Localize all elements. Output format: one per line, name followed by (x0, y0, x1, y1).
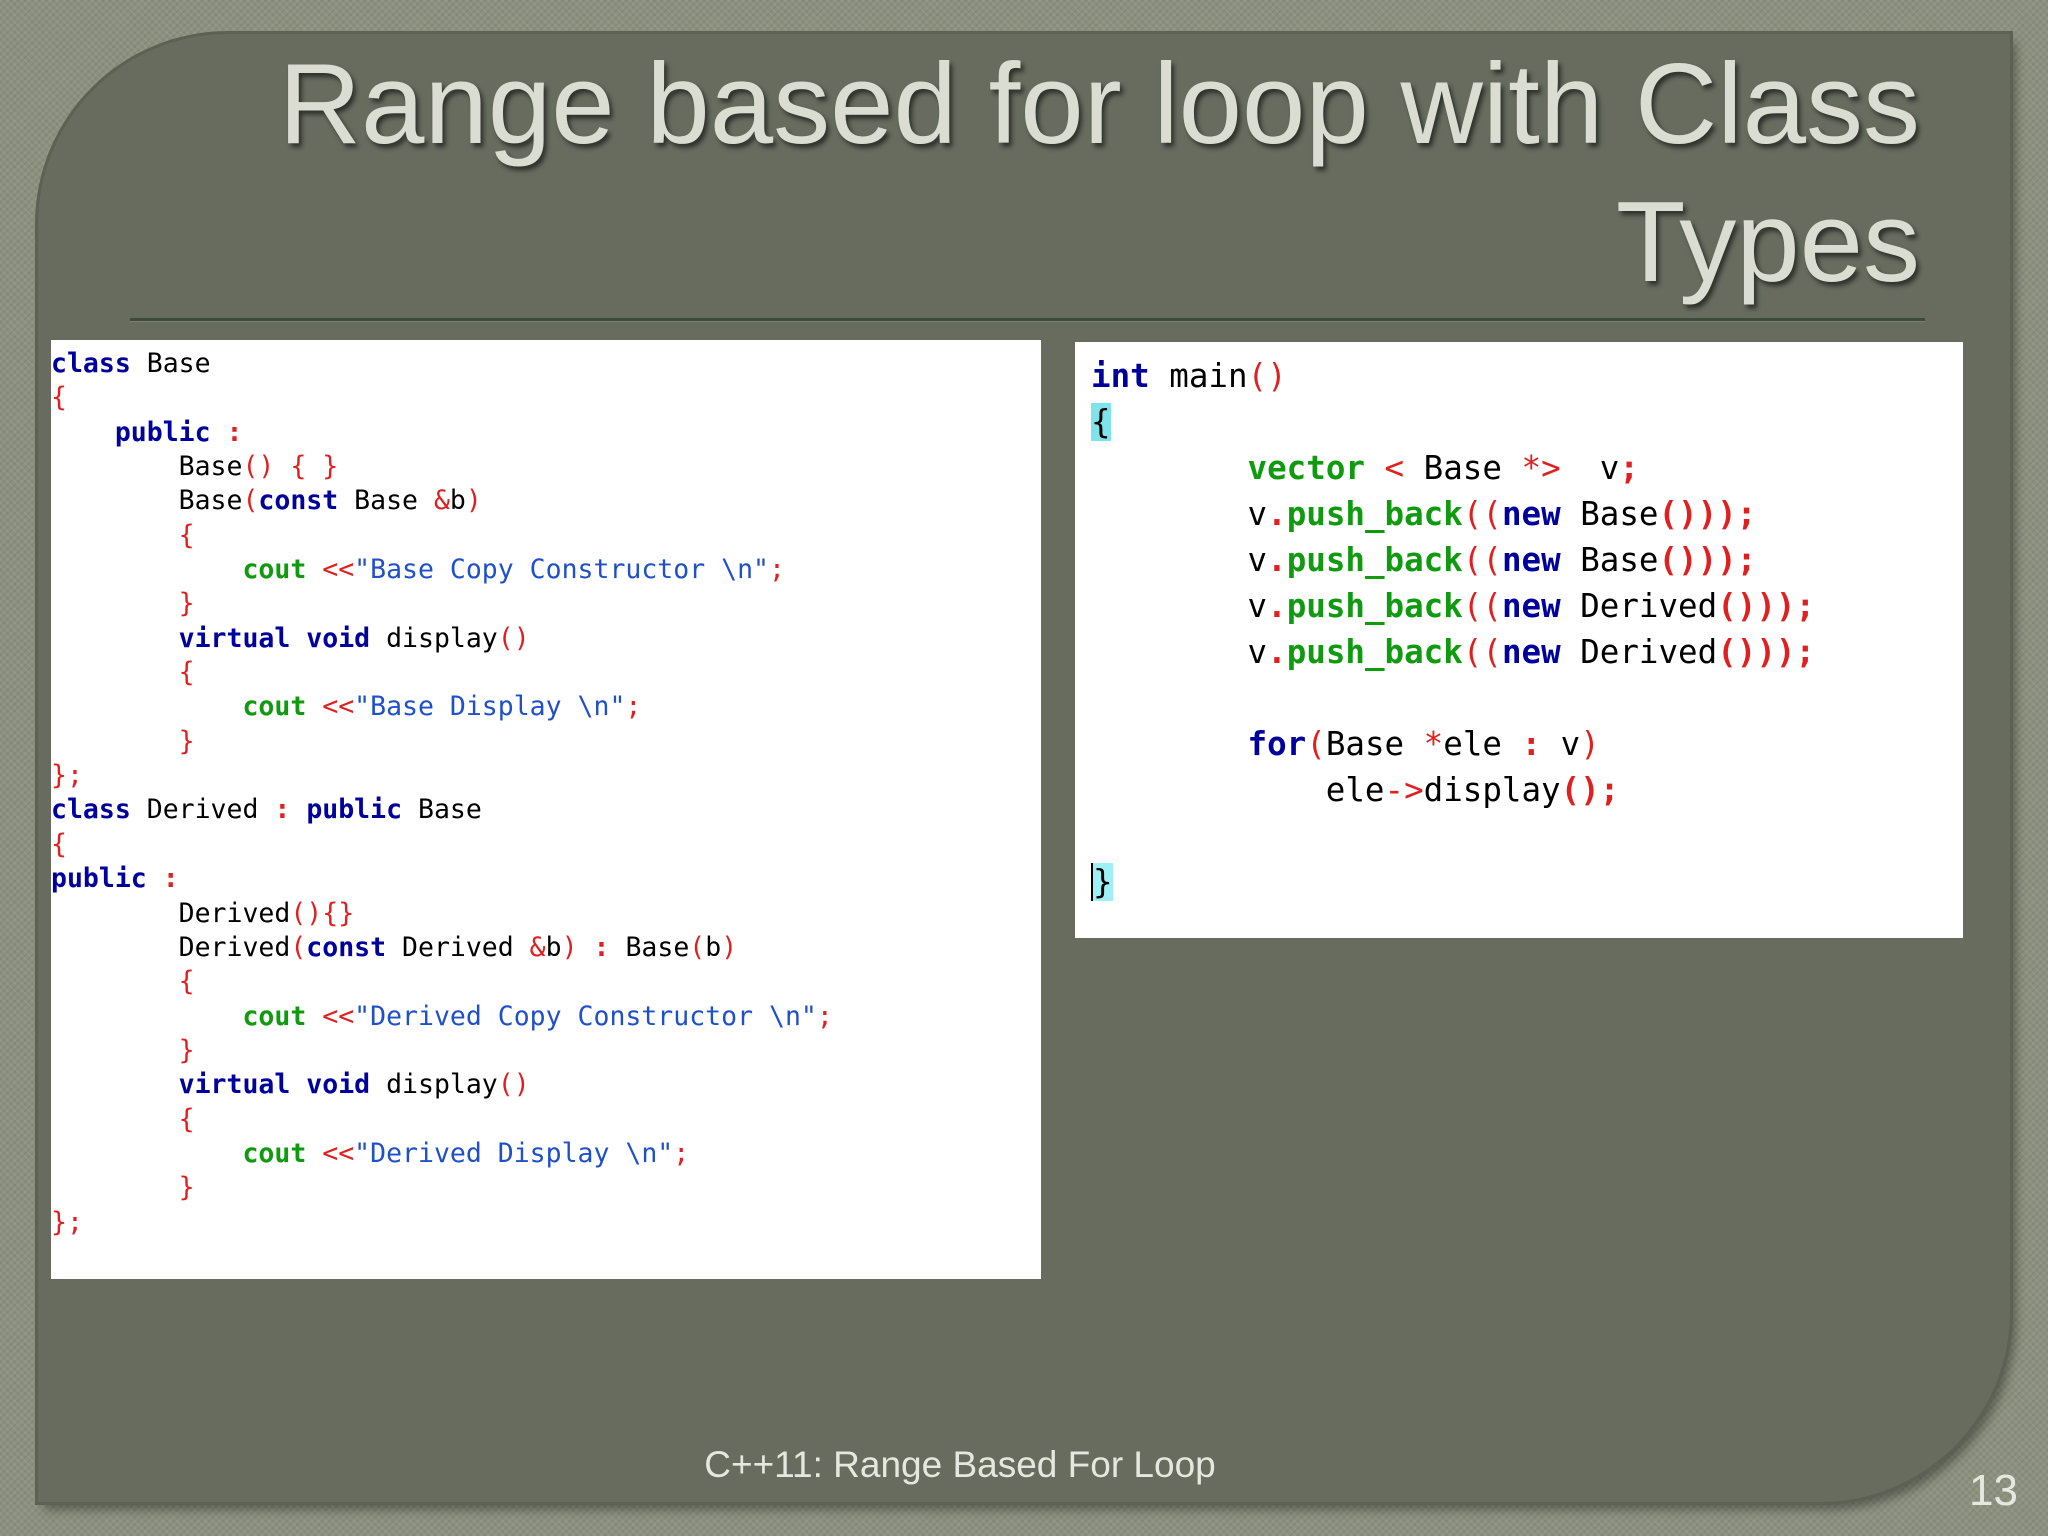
code-line: v.push_back((new Derived())); (1091, 587, 1815, 625)
code-line: } (51, 1172, 195, 1203)
code-line: public : (51, 863, 179, 894)
code-line: v.push_back((new Base())); (1091, 541, 1756, 579)
code-line: Base() { } (51, 451, 338, 482)
code-line: cout <<"Base Display \n"; (51, 691, 641, 722)
title-divider (130, 318, 1925, 321)
code-line: }; (51, 760, 83, 791)
code-line: Derived(){} (51, 898, 354, 929)
code-line: cout <<"Derived Copy Constructor \n"; (51, 1001, 833, 1032)
code-block-main: int main() { vector < Base *> v; v.push_… (1075, 342, 1963, 938)
code-line: } (51, 726, 195, 757)
code-line: for(Base *ele : v) (1091, 725, 1600, 763)
code-line: v.push_back((new Base())); (1091, 495, 1756, 533)
code-line: { (51, 520, 195, 551)
code-line: { (51, 966, 195, 997)
code-line: { (51, 382, 67, 413)
page-number: 13 (1969, 1466, 2018, 1516)
code-line: } (1091, 863, 1113, 901)
code-line: Derived(const Derived &b) : Base(b) (51, 932, 737, 963)
code-line: class Derived : public Base (51, 794, 482, 825)
code-line: } (51, 588, 195, 619)
code-line: v.push_back((new Derived())); (1091, 633, 1815, 671)
clipped-code-line: ▔▔▔ ▔ ▔ (51, 340, 451, 344)
code-line: int main() (1091, 357, 1287, 395)
code-line: virtual void display() (51, 1069, 530, 1100)
slide-title: Range based for loop with Class Types (220, 36, 1920, 312)
code-line: virtual void display() (51, 623, 530, 654)
slide-footer: C++11: Range Based For Loop (700, 1444, 1220, 1486)
code-line: cout <<"Derived Display \n"; (51, 1138, 689, 1169)
code-line: { (51, 1104, 195, 1135)
code-line: { (51, 829, 67, 860)
code-line: ele->display(); (1091, 771, 1619, 809)
code-line: { (51, 657, 195, 688)
code-line: Base(const Base &b) (51, 485, 482, 516)
code-line: } (51, 1035, 195, 1066)
code-line: class Base (51, 348, 211, 379)
code-line: public : (51, 417, 242, 448)
code-line: }; (51, 1207, 83, 1238)
code-line: cout <<"Base Copy Constructor \n"; (51, 554, 785, 585)
code-line: { (1091, 403, 1111, 441)
code-line: vector < Base *> v; (1091, 449, 1639, 487)
code-block-class-definitions: ▔▔▔ ▔ ▔ class Base { public : Base() { }… (51, 340, 1041, 1279)
